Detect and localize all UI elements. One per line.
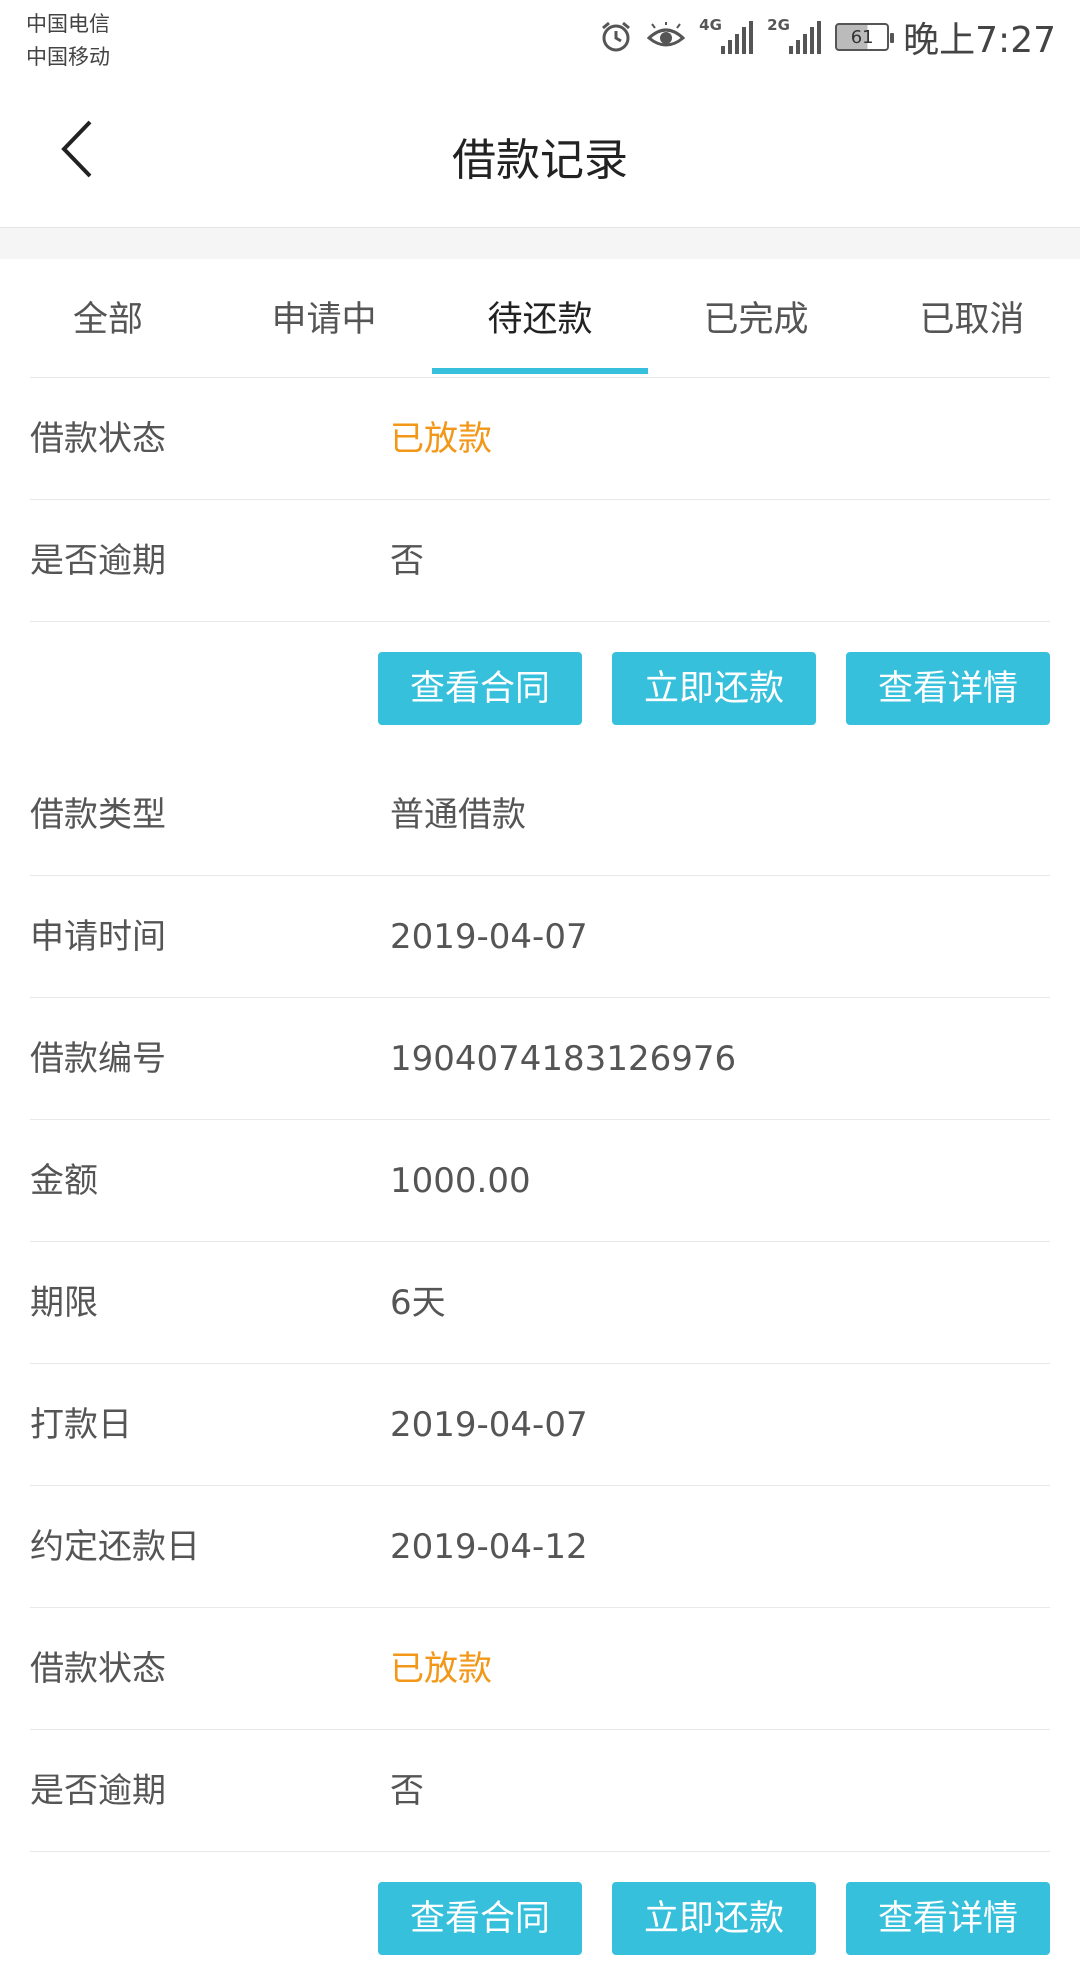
clock: 晚上7:27 bbox=[903, 20, 1056, 61]
page-title: 借款记录 bbox=[452, 135, 628, 186]
signal-2g-icon: 2G bbox=[767, 16, 822, 54]
eye-icon bbox=[647, 22, 686, 47]
field-label: 借款类型 bbox=[30, 795, 166, 835]
field-value: 否 bbox=[390, 541, 424, 581]
carrier-1: 中国电信 bbox=[26, 12, 110, 36]
field-value: 2019-04-12 bbox=[390, 1527, 588, 1567]
field-row: 约定还款日 2019-04-12 bbox=[30, 1486, 1050, 1608]
field-value: 6天 bbox=[390, 1283, 446, 1323]
field-value: 2019-04-07 bbox=[390, 1405, 588, 1445]
status-value: 已放款 bbox=[390, 1649, 492, 1689]
field-row: 借款编号 1904074183126976 bbox=[30, 998, 1050, 1120]
field-row: 借款状态 已放款 bbox=[30, 378, 1050, 500]
battery-icon: 61 bbox=[835, 23, 895, 51]
view-details-button[interactable]: 查看详情 bbox=[846, 1882, 1050, 1955]
alarm-icon bbox=[602, 21, 631, 52]
carrier-info: 中国电信 中国移动 bbox=[26, 8, 110, 74]
tab-cancelled[interactable]: 已取消 bbox=[864, 259, 1080, 373]
carrier-2: 中国移动 bbox=[26, 45, 110, 69]
view-contract-button[interactable]: 查看合同 bbox=[378, 1882, 582, 1955]
tab-completed[interactable]: 已完成 bbox=[648, 259, 864, 373]
section-divider bbox=[0, 228, 1080, 259]
field-row: 是否逾期 否 bbox=[30, 1730, 1050, 1852]
repay-now-button[interactable]: 立即还款 bbox=[612, 1882, 816, 1955]
field-label: 金额 bbox=[30, 1161, 98, 1201]
field-value: 2019-04-07 bbox=[390, 917, 588, 957]
field-label: 是否逾期 bbox=[30, 541, 166, 581]
active-tab-indicator bbox=[432, 368, 648, 374]
record-actions: 查看合同 立即还款 查看详情 bbox=[30, 1852, 1050, 1984]
tab-bar: 全部 申请中 待还款 已完成 已取消 bbox=[0, 259, 1080, 378]
field-label: 期限 bbox=[30, 1283, 98, 1323]
field-row: 期限 6天 bbox=[30, 1242, 1050, 1364]
tab-applying[interactable]: 申请中 bbox=[216, 259, 432, 373]
field-row: 金额 1000.00 bbox=[30, 1120, 1050, 1242]
field-label: 约定还款日 bbox=[30, 1527, 200, 1567]
status-icons: 4G 2G 61 晚上7:27 bbox=[599, 12, 1056, 62]
field-label: 借款编号 bbox=[30, 1039, 166, 1079]
repay-now-button[interactable]: 立即还款 bbox=[612, 652, 816, 725]
field-value: 否 bbox=[390, 1771, 424, 1811]
status-value: 已放款 bbox=[390, 419, 492, 459]
field-value: 1000.00 bbox=[390, 1161, 531, 1201]
field-row: 申请时间 2019-04-07 bbox=[30, 876, 1050, 998]
field-label: 借款状态 bbox=[30, 1649, 166, 1689]
status-bar: 中国电信 中国移动 4G 2G 61 晚上7:27 bbox=[0, 0, 1080, 76]
view-contract-button[interactable]: 查看合同 bbox=[378, 652, 582, 725]
field-label: 借款状态 bbox=[30, 419, 166, 459]
field-row: 借款状态 已放款 bbox=[30, 1608, 1050, 1730]
navigation-bar: 借款记录 bbox=[0, 76, 1080, 228]
tab-all[interactable]: 全部 bbox=[0, 259, 216, 373]
signal-4g-icon: 4G bbox=[699, 16, 754, 54]
field-value: 1904074183126976 bbox=[390, 1039, 737, 1079]
field-label: 是否逾期 bbox=[30, 1771, 166, 1811]
field-row: 打款日 2019-04-07 bbox=[30, 1364, 1050, 1486]
loan-record-list: 借款状态 已放款 是否逾期 否 查看合同 立即还款 查看详情 借款类型 普通借款… bbox=[0, 378, 1080, 1984]
view-details-button[interactable]: 查看详情 bbox=[846, 652, 1050, 725]
field-row: 是否逾期 否 bbox=[30, 500, 1050, 622]
tab-pending-repayment[interactable]: 待还款 bbox=[432, 259, 648, 373]
field-label: 打款日 bbox=[30, 1405, 132, 1445]
field-row: 借款类型 普通借款 bbox=[30, 754, 1050, 876]
field-label: 申请时间 bbox=[30, 917, 166, 957]
record-actions: 查看合同 立即还款 查看详情 bbox=[30, 622, 1050, 754]
field-value: 普通借款 bbox=[390, 795, 526, 835]
